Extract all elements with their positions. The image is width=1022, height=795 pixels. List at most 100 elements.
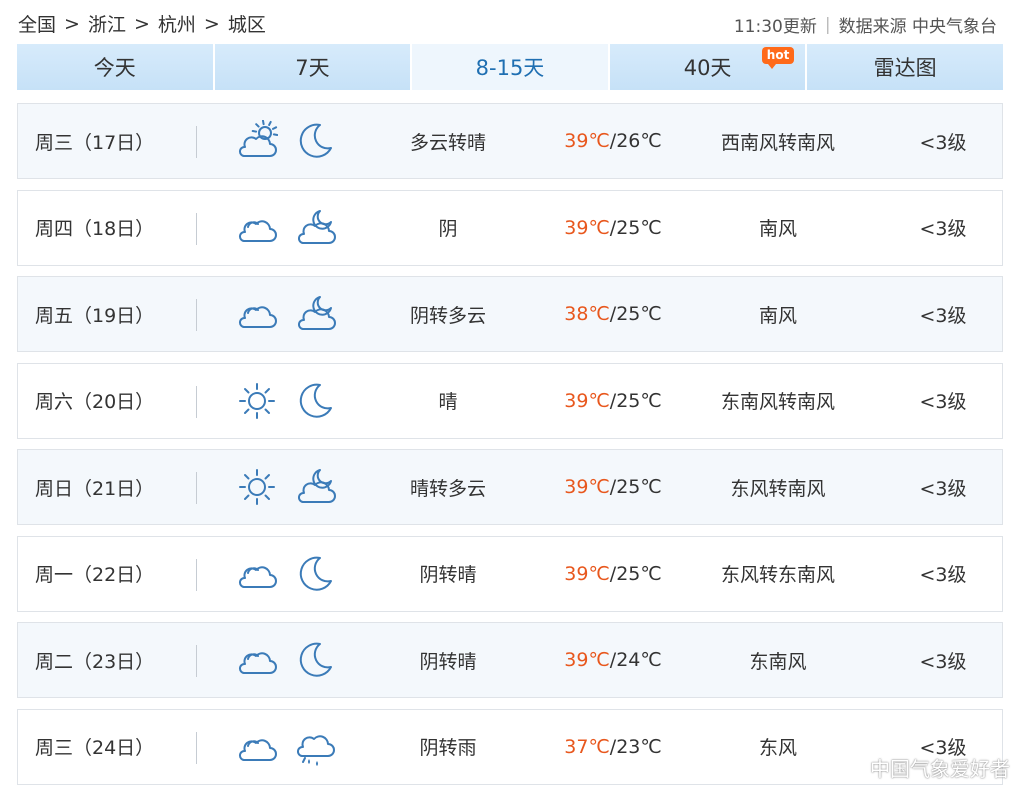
column-divider bbox=[196, 126, 197, 158]
wind-level: <3级 bbox=[919, 477, 967, 500]
tab-label: 今天 bbox=[93, 56, 136, 80]
update-info: 11:30更新 | 数据来源 中央气象台 bbox=[733, 12, 997, 38]
forecast-row: 周三（17日） 多云转晴 39℃/26℃ 西南风转南风 <3级 bbox=[17, 103, 1003, 179]
tab-label: 8-15天 bbox=[475, 56, 545, 80]
tab-today[interactable]: 今天 bbox=[17, 44, 215, 90]
tab-radar[interactable]: 雷达图 bbox=[807, 44, 1003, 90]
forecast-row: 周四（18日） 阴 39℃/25℃ 南风 <3级 bbox=[17, 189, 1003, 266]
wind-level: <3级 bbox=[919, 564, 967, 586]
data-source: 数据来源 中央气象台 bbox=[838, 17, 997, 37]
column-divider bbox=[196, 645, 197, 677]
rain-icon bbox=[296, 734, 335, 766]
forecast-row: 周日（21日） 晴转多云 39℃/25℃ 东风转南风 <3级 bbox=[17, 449, 1003, 525]
forecast-row: 周三（24日） 阴转雨 37℃/23℃ 东风 <3级 bbox=[17, 708, 1003, 785]
weather-icons bbox=[236, 710, 336, 784]
temperature-low: /25℃ bbox=[609, 476, 662, 498]
forecast-list: 周三（17日） 多云转晴 39℃/26℃ 西南风转南风 <3级 周四（18日） … bbox=[17, 103, 1003, 795]
moon-icon bbox=[299, 642, 332, 677]
column-divider bbox=[196, 212, 197, 245]
breadcrumb-district: 城区 bbox=[227, 14, 266, 36]
breadcrumb: 全国 > 浙江 > 杭州 > 城区 bbox=[18, 10, 266, 37]
cloudy-icon bbox=[238, 219, 277, 242]
forecast-date: 周一（22日） bbox=[35, 564, 155, 586]
moon-icon bbox=[299, 123, 332, 158]
breadcrumb-national[interactable]: 全国 bbox=[18, 10, 56, 37]
weather-description: 阴转多云 bbox=[409, 304, 486, 327]
wind-direction: 东风转南风 bbox=[730, 477, 826, 500]
forecast-row: 周二（23日） 阴转晴 39℃/24℃ 东南风 <3级 bbox=[17, 622, 1003, 698]
weather-icons bbox=[236, 623, 336, 697]
temperature-high: 37℃ bbox=[564, 735, 610, 758]
temperature-range: 38℃/25℃ bbox=[528, 277, 698, 351]
column-divider bbox=[196, 731, 197, 764]
tab-7-days[interactable]: 7天 bbox=[214, 44, 413, 90]
wind-level: <3级 bbox=[919, 131, 967, 154]
weather-icons bbox=[236, 364, 336, 438]
weather-description: 阴转雨 bbox=[419, 737, 477, 759]
tab-8-15-days[interactable]: 8-15天 bbox=[412, 44, 610, 90]
weather-icons bbox=[236, 450, 336, 524]
update-time: 11:30更新 bbox=[733, 17, 817, 37]
cloudy-night-icon bbox=[297, 209, 336, 244]
sun-icon bbox=[239, 469, 275, 505]
forecast-date: 周日（21日） bbox=[35, 477, 155, 500]
weather-description: 阴 bbox=[438, 218, 458, 240]
weather-description: 多云转晴 bbox=[409, 131, 486, 154]
wind-direction: 东风转东南风 bbox=[720, 564, 835, 586]
forecast-row: 周五（19日） 阴转多云 38℃/25℃ 南风 <3级 bbox=[17, 276, 1003, 352]
tab-label: 雷达图 bbox=[873, 56, 937, 80]
top-bar: 全国 > 浙江 > 杭州 > 城区 11:30更新 | 数据来源 中央气象台 bbox=[0, 0, 1022, 44]
forecast-date: 周二（23日） bbox=[35, 650, 155, 673]
breadcrumb-separator: > bbox=[133, 12, 150, 35]
wind-direction: 东南风转南风 bbox=[720, 391, 835, 413]
wind-direction: 西南风转南风 bbox=[720, 131, 835, 154]
wind-level: <3级 bbox=[919, 218, 967, 240]
forecast-date: 周五（19日） bbox=[35, 304, 155, 327]
breadcrumb-city[interactable]: 杭州 bbox=[158, 10, 196, 37]
temperature-low: /23℃ bbox=[609, 735, 662, 758]
moon-icon bbox=[299, 383, 332, 418]
forecast-row: 周六（20日） 晴 39℃/25℃ 东南风转南风 <3级 bbox=[17, 362, 1003, 439]
wind-direction: 东风 bbox=[758, 737, 797, 759]
partly-cloudy-icon bbox=[238, 120, 278, 157]
wind-direction: 南风 bbox=[758, 218, 797, 240]
weather-description: 阴转晴 bbox=[419, 564, 477, 586]
wind-direction: 东南风 bbox=[749, 650, 807, 673]
moon-icon bbox=[299, 556, 332, 591]
forecast-date: 周四（18日） bbox=[35, 218, 155, 240]
temperature-low: /25℃ bbox=[609, 216, 662, 239]
column-divider bbox=[196, 558, 197, 591]
breadcrumb-province[interactable]: 浙江 bbox=[88, 10, 126, 37]
sun-icon bbox=[239, 382, 275, 419]
temperature-low: /24℃ bbox=[609, 649, 662, 671]
cloudy-icon bbox=[238, 306, 277, 328]
temperature-low: /25℃ bbox=[609, 389, 662, 412]
temperature-high: 39℃ bbox=[564, 216, 610, 239]
temperature-range: 39℃/24℃ bbox=[528, 623, 698, 697]
weather-icons bbox=[236, 277, 336, 351]
breadcrumb-separator: > bbox=[203, 12, 220, 35]
wind-direction: 南风 bbox=[758, 304, 797, 327]
weather-description: 晴转多云 bbox=[409, 477, 486, 500]
weather-description: 阴转晴 bbox=[419, 650, 477, 673]
tab-40-days[interactable]: 40天 hot bbox=[609, 44, 808, 90]
temperature-range: 39℃/25℃ bbox=[528, 364, 698, 438]
update-divider: | bbox=[824, 14, 831, 35]
temperature-low: /26℃ bbox=[609, 130, 662, 152]
temperature-range: 39℃/25℃ bbox=[528, 191, 698, 265]
forecast-date: 周三（24日） bbox=[35, 737, 155, 759]
cloudy-night-icon bbox=[297, 296, 336, 330]
column-divider bbox=[196, 299, 197, 331]
temperature-high: 39℃ bbox=[564, 389, 610, 412]
weather-icons bbox=[236, 537, 336, 611]
temperature-range: 39℃/26℃ bbox=[528, 104, 698, 178]
watermark: 中国气象爱好者 bbox=[870, 757, 1010, 781]
forecast-date: 周六（20日） bbox=[35, 391, 155, 413]
temperature-high: 39℃ bbox=[564, 562, 610, 585]
temperature-high: 38℃ bbox=[564, 303, 610, 325]
temperature-high: 39℃ bbox=[564, 476, 610, 498]
column-divider bbox=[196, 385, 197, 418]
breadcrumb-separator: > bbox=[64, 12, 80, 35]
hot-badge: hot bbox=[761, 47, 795, 69]
cloudy-icon bbox=[238, 652, 277, 674]
